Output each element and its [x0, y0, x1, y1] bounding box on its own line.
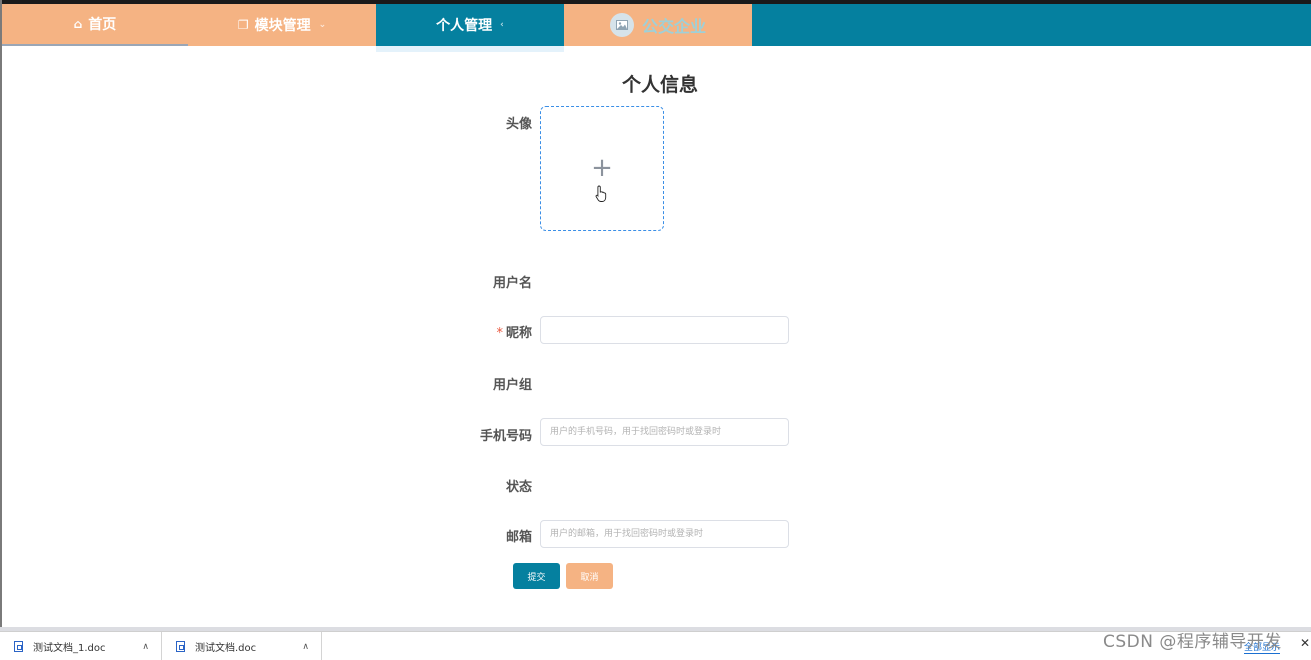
submit-button[interactable]: 提交	[513, 563, 560, 589]
nav-home[interactable]: ⌂ 首页	[2, 4, 188, 46]
hand-cursor-icon	[595, 185, 607, 202]
status-label: 状态	[505, 480, 532, 495]
home-icon: ⌂	[73, 17, 83, 31]
avatar-label: 头像	[505, 117, 532, 132]
usergroup-label: 用户组	[492, 378, 532, 393]
nav-home-label: 首页	[88, 17, 117, 33]
close-icon[interactable]: ✕	[1300, 636, 1310, 650]
document-icon	[14, 641, 23, 652]
plus-icon: +	[591, 152, 613, 183]
nav-personal-management[interactable]: 个人管理 ‹	[376, 4, 564, 52]
document-icon	[176, 641, 185, 652]
top-navbar: ⌂ 首页 ❐ 模块管理 ⌄ 个人管理 ‹ 公交企业	[2, 4, 1311, 52]
email-input[interactable]	[540, 520, 789, 548]
chevron-up-icon[interactable]: ∧	[142, 642, 149, 652]
nav-personal-label: 个人管理	[436, 18, 493, 34]
nickname-input[interactable]	[540, 316, 789, 344]
download-filename: 测试文档_1.doc	[33, 643, 106, 654]
download-item[interactable]: 测试文档.doc ∧	[162, 632, 322, 660]
copy-icon: ❐	[237, 18, 249, 32]
nav-module-label: 模块管理	[254, 18, 311, 34]
chevron-left-icon: ‹	[500, 20, 504, 30]
phone-input[interactable]	[540, 418, 789, 446]
phone-label: 手机号码	[479, 429, 532, 444]
nav-company-label: 公交企业	[641, 17, 706, 36]
email-label: 邮箱	[505, 530, 532, 545]
cancel-button[interactable]: 取消	[566, 563, 613, 589]
nickname-label-wrap: * 昵称	[432, 322, 532, 341]
watermark: CSDN @程序辅导开发	[1103, 632, 1282, 652]
download-filename: 测试文档.doc	[195, 643, 257, 654]
required-mark: *	[496, 326, 503, 341]
nav-company[interactable]: 公交企业	[564, 4, 752, 46]
username-label: 用户名	[492, 276, 532, 291]
nav-module-management[interactable]: ❐ 模块管理 ⌄	[188, 4, 376, 46]
chevron-down-icon: ⌄	[318, 20, 327, 30]
download-item[interactable]: 测试文档_1.doc ∧	[0, 632, 162, 660]
nickname-label: 昵称	[505, 326, 532, 341]
page-title: 个人信息	[621, 74, 698, 96]
avatar-upload[interactable]: +	[540, 106, 664, 231]
chevron-up-icon[interactable]: ∧	[302, 642, 309, 652]
image-icon	[609, 13, 634, 37]
window-left-border	[0, 0, 2, 628]
